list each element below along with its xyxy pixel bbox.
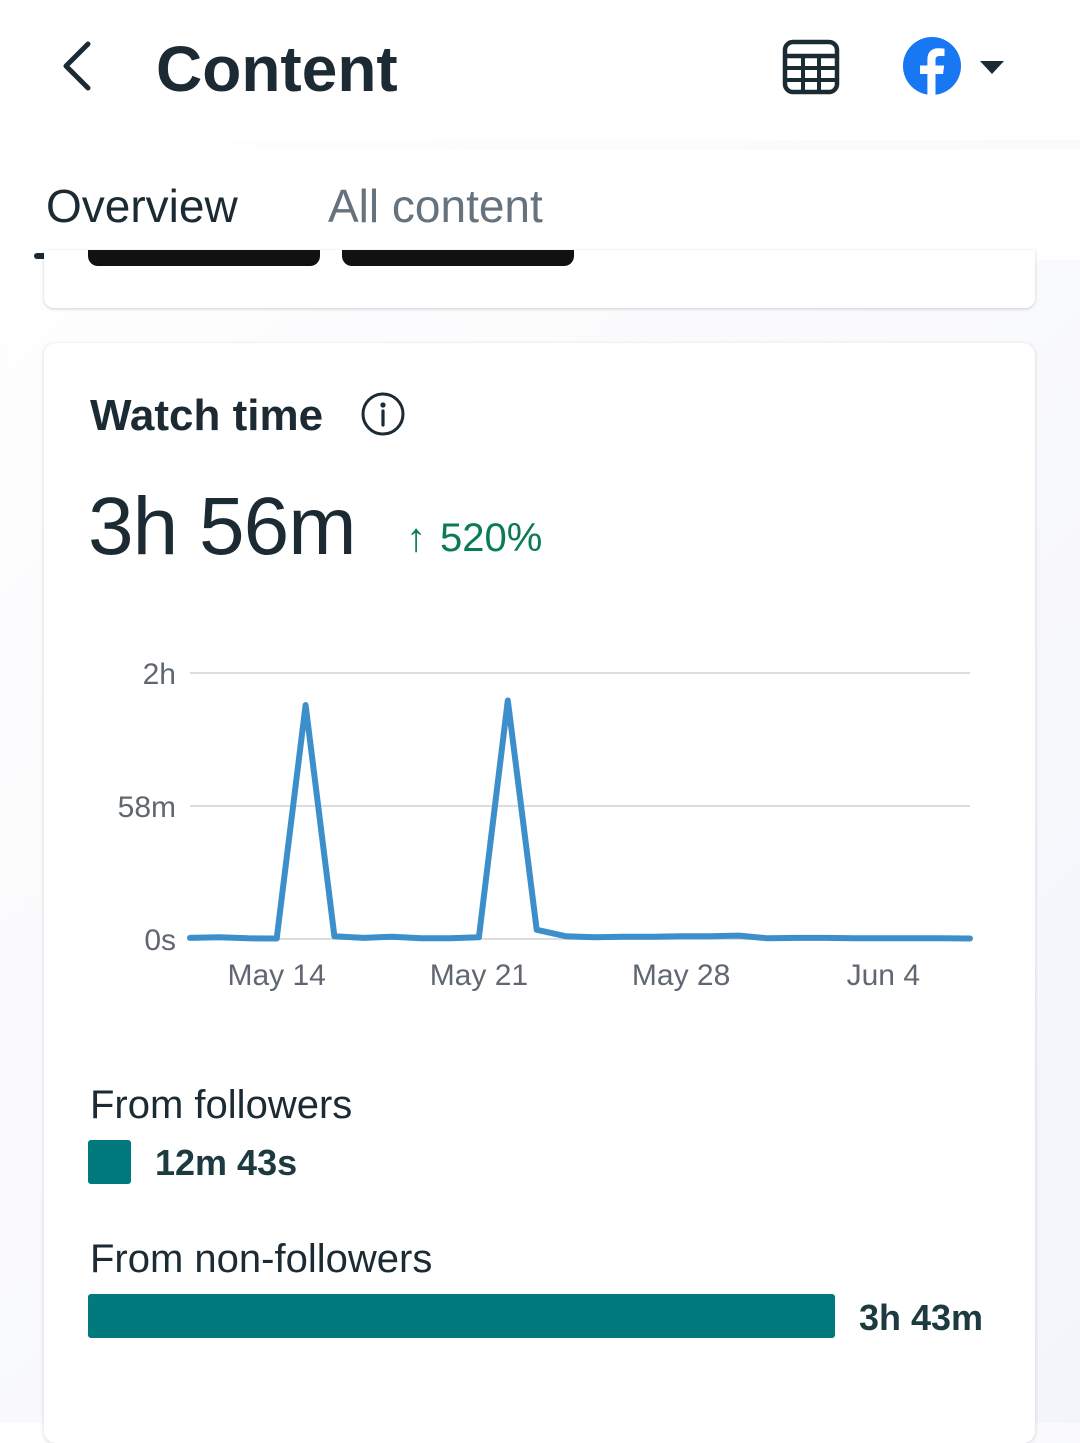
watch-time-change: ↑ 520% (406, 513, 542, 563)
y-tick-label: 0s (144, 924, 176, 957)
previous-card-button[interactable] (88, 250, 320, 266)
non-followers-bar (88, 1294, 835, 1338)
card-title: Watch time (90, 391, 324, 440)
change-percent: 520% (440, 516, 543, 560)
table-icon (782, 39, 840, 95)
account-switcher[interactable] (900, 36, 1012, 98)
y-tick-label: 58m (118, 791, 176, 824)
info-icon[interactable] (360, 391, 406, 437)
followers-value: 12m 43s (155, 1142, 298, 1183)
y-tick-label: 2h (143, 658, 176, 691)
chevron-left-icon (63, 41, 91, 91)
followers-label: From followers (90, 1083, 353, 1127)
caret-down-icon (980, 61, 1004, 74)
non-followers-label: From non-followers (90, 1237, 433, 1281)
export-table-button[interactable] (780, 38, 842, 96)
x-tick-label: May 21 (430, 959, 528, 992)
non-followers-value: 3h 43m (859, 1297, 984, 1338)
x-tick-label: May 14 (227, 959, 325, 992)
watch-time-chart[interactable]: 2h 58m 0s May 14 May 21 May 28 Jun 4 (44, 633, 1035, 1013)
watch-time-total: 3h 56m (88, 481, 357, 572)
header: Content (0, 0, 1080, 140)
watch-time-card: Watch time 3h 56m ↑ 520% 2h 58m 0s May 14 May… (44, 343, 1035, 1443)
tab-all-content[interactable]: All content (328, 178, 543, 234)
x-tick-label: Jun 4 (847, 959, 920, 992)
series-line (187, 697, 973, 942)
back-button[interactable] (52, 34, 112, 98)
tab-overview[interactable]: Overview (46, 178, 238, 234)
facebook-icon (903, 37, 961, 96)
page-title: Content (156, 33, 398, 105)
x-tick-label: May 28 (632, 959, 730, 992)
tab-bar: Overview All content (0, 150, 1080, 260)
followers-bar (88, 1140, 131, 1184)
previous-card-button[interactable] (342, 250, 574, 266)
previous-card (44, 250, 1035, 308)
arrow-up-icon: ↑ (406, 516, 426, 560)
